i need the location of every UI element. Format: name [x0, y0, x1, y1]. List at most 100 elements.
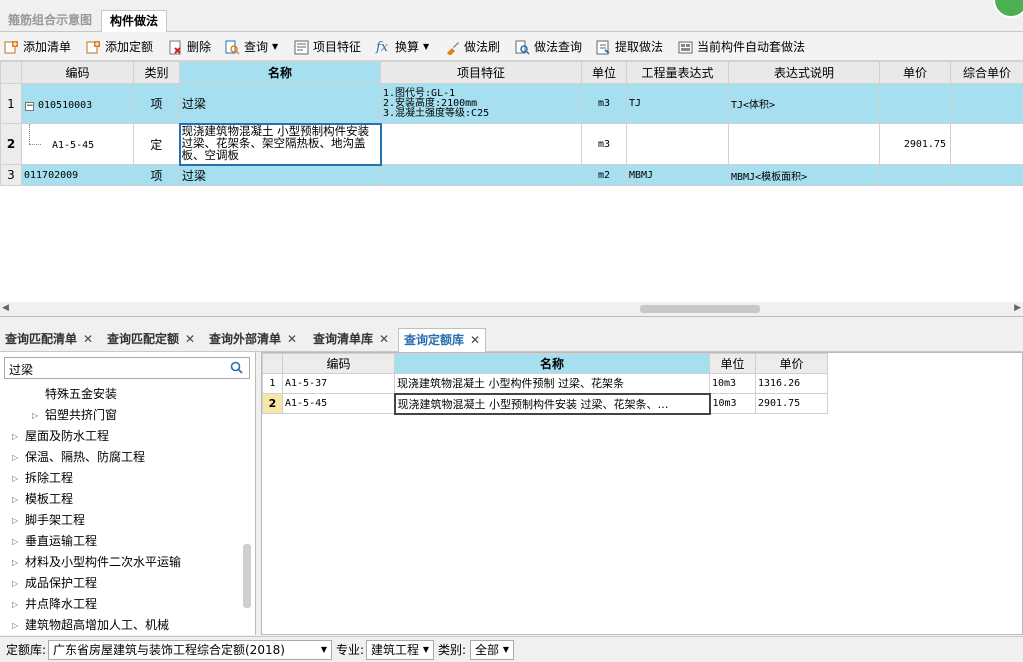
scroll-right-icon[interactable]: ▶ — [1014, 303, 1021, 313]
collapse-icon[interactable]: − — [25, 101, 34, 111]
cell-price[interactable] — [879, 83, 951, 124]
cell-code[interactable]: A1-5-37 — [282, 373, 395, 394]
cell-price[interactable]: 1316.26 — [755, 373, 828, 394]
cell-price[interactable]: 2901.75 — [879, 123, 951, 165]
close-icon[interactable]: ✕ — [470, 333, 480, 347]
cell-name[interactable]: 过梁 — [179, 83, 381, 124]
expand-icon[interactable]: ▷ — [12, 447, 18, 468]
method-brush-button[interactable]: 做法刷 — [445, 37, 500, 57]
expand-icon[interactable]: ▷ — [12, 531, 18, 552]
horizontal-scroll-thumb[interactable] — [640, 305, 760, 313]
quota-lib-select[interactable]: 广东省房屋建筑与装饰工程综合定额(2018) ▼ — [48, 640, 332, 660]
cell-feature[interactable] — [380, 164, 582, 186]
cell-name[interactable]: 现浇建筑物混凝土 小型构件预制 过梁、花架条 — [394, 373, 710, 394]
expand-icon[interactable]: ▷ — [32, 405, 38, 426]
cell-name-selected[interactable]: 现浇建筑物混凝土 小型预制构件安装 过梁、花架条、… — [393, 392, 711, 415]
convert-button[interactable]: fx 换算 ▼ — [376, 37, 429, 57]
header-name[interactable]: 名称 — [179, 61, 381, 84]
tree-item[interactable]: ▷ 材料及小型构件二次水平运输 — [0, 552, 240, 573]
header-price[interactable]: 单价 — [879, 61, 951, 84]
tree-item[interactable]: 特殊五金安装 — [0, 384, 240, 405]
cell-total-price[interactable] — [950, 123, 1023, 165]
cell-expr-desc[interactable] — [728, 123, 880, 165]
tab-stirrup-diagram[interactable]: 箍筋组合示意图 — [0, 10, 100, 32]
cell-unit[interactable]: m3 — [581, 123, 627, 165]
table-row-selected[interactable]: 2 A1-5-45 现浇建筑物混凝土 小型预制构件安装 过梁、花架条、… 10m… — [262, 392, 828, 415]
expand-icon[interactable]: ▷ — [12, 573, 18, 594]
cell-feature[interactable] — [380, 123, 582, 165]
add-list-button[interactable]: 添加清单 — [4, 37, 71, 57]
convert-dropdown-icon[interactable]: ▼ — [423, 37, 429, 57]
header-unit[interactable]: 单位 — [709, 353, 756, 374]
header-total-price[interactable]: 综合单价 — [950, 61, 1023, 84]
expand-icon[interactable]: ▷ — [12, 489, 18, 510]
search-input[interactable]: 过梁 — [4, 357, 250, 379]
cell-total-price[interactable] — [950, 83, 1023, 124]
cell-name-editing[interactable]: 现浇建筑物混凝土 小型预制构件安装 过梁、花架条、架空隔热板、地沟盖板、空调板 — [178, 122, 382, 166]
tab-match-quota[interactable]: 查询匹配定额 ✕ — [102, 328, 200, 352]
category-select[interactable]: 全部 ▼ — [470, 640, 514, 660]
tree-item[interactable]: ▷ 拆除工程 — [0, 468, 240, 489]
header-code[interactable]: 编码 — [282, 353, 395, 374]
expand-icon[interactable]: ▷ — [12, 510, 18, 531]
auto-method-button[interactable]: 当前构件自动套做法 — [678, 37, 805, 57]
cell-price[interactable] — [879, 164, 951, 186]
tree-item[interactable]: ▷ 垂直运输工程 — [0, 531, 240, 552]
header-price[interactable]: 单价 — [755, 353, 828, 374]
cell-code[interactable]: −010510003 — [21, 83, 134, 124]
tree-item[interactable]: ▷ 保温、隔热、防腐工程 — [0, 447, 240, 468]
row-number[interactable]: 3 — [0, 164, 22, 186]
header-expr[interactable]: 工程量表达式 — [626, 61, 729, 84]
vertical-scroll-thumb[interactable] — [243, 544, 251, 608]
tree-item[interactable]: ▷ 井点降水工程 — [0, 594, 240, 615]
cell-unit[interactable]: 10m3 — [709, 393, 756, 414]
header-type[interactable]: 类别 — [133, 61, 180, 84]
cell-price[interactable]: 2901.75 — [755, 393, 828, 414]
cell-unit[interactable]: 10m3 — [709, 373, 756, 394]
horizontal-scrollbar[interactable]: ◀ ▶ — [0, 302, 1023, 316]
query-dropdown-icon[interactable]: ▼ — [272, 37, 278, 57]
cell-expr[interactable]: MBMJ — [626, 164, 729, 186]
delete-button[interactable]: 删除 — [168, 37, 211, 57]
tab-list-library[interactable]: 查询清单库 ✕ — [308, 328, 394, 352]
expand-icon[interactable]: ▷ — [12, 552, 18, 573]
tab-quota-library[interactable]: 查询定额库 ✕ — [398, 328, 487, 352]
close-icon[interactable]: ✕ — [185, 332, 195, 346]
search-icon[interactable] — [230, 361, 243, 374]
corner-circle-button[interactable] — [993, 0, 1023, 18]
cell-name[interactable]: 过梁 — [179, 164, 381, 186]
cell-code[interactable]: 011702009 — [21, 164, 134, 186]
expand-icon[interactable]: ▷ — [12, 615, 18, 636]
table-row[interactable]: 1 A1-5-37 现浇建筑物混凝土 小型构件预制 过梁、花架条 10m3 13… — [262, 373, 828, 394]
extract-method-button[interactable]: 提取做法 — [596, 37, 663, 57]
cell-type[interactable]: 定 — [133, 123, 180, 165]
close-icon[interactable]: ✕ — [379, 332, 389, 346]
expand-icon[interactable]: ▷ — [12, 468, 18, 489]
row-number[interactable]: 1 — [0, 83, 22, 124]
header-code[interactable]: 编码 — [21, 61, 134, 84]
header-name[interactable]: 名称 — [394, 353, 710, 374]
row-number[interactable]: 2 — [262, 393, 283, 414]
cell-total-price[interactable] — [950, 164, 1023, 186]
cell-code[interactable]: A1-5-45 — [282, 393, 395, 414]
tree-item[interactable]: ▷ 屋面及防水工程 — [0, 426, 240, 447]
table-row[interactable]: 2 A1-5-45 定 现浇建筑物混凝土 小型预制构件安装 过梁、花架条、架空隔… — [0, 122, 1023, 166]
major-select[interactable]: 建筑工程 ▼ — [366, 640, 434, 660]
scroll-left-icon[interactable]: ◀ — [2, 303, 9, 313]
row-number[interactable]: 1 — [262, 373, 283, 394]
row-number[interactable]: 2 — [0, 123, 22, 165]
header-feature[interactable]: 项目特征 — [380, 61, 582, 84]
header-unit[interactable]: 单位 — [581, 61, 627, 84]
query-button[interactable]: 查询 ▼ — [225, 37, 278, 57]
method-query-button[interactable]: 做法查询 — [515, 37, 582, 57]
tree-item[interactable]: ▷ 铝塑共挤门窗 — [0, 405, 240, 426]
expand-icon[interactable]: ▷ — [12, 594, 18, 615]
item-feature-button[interactable]: 项目特征 — [294, 37, 361, 57]
table-row[interactable]: 1 −010510003 项 过梁 1.图代号:GL-1 2.安装高度:2100… — [0, 83, 1023, 124]
tree-item[interactable]: ▷ 建筑物超高增加人工、机械 — [0, 615, 240, 636]
cell-unit[interactable]: m3 — [581, 83, 627, 124]
cell-type[interactable]: 项 — [133, 83, 180, 124]
tree-item[interactable]: ▷ 模板工程 — [0, 489, 240, 510]
close-icon[interactable]: ✕ — [287, 332, 297, 346]
header-expr-desc[interactable]: 表达式说明 — [728, 61, 880, 84]
